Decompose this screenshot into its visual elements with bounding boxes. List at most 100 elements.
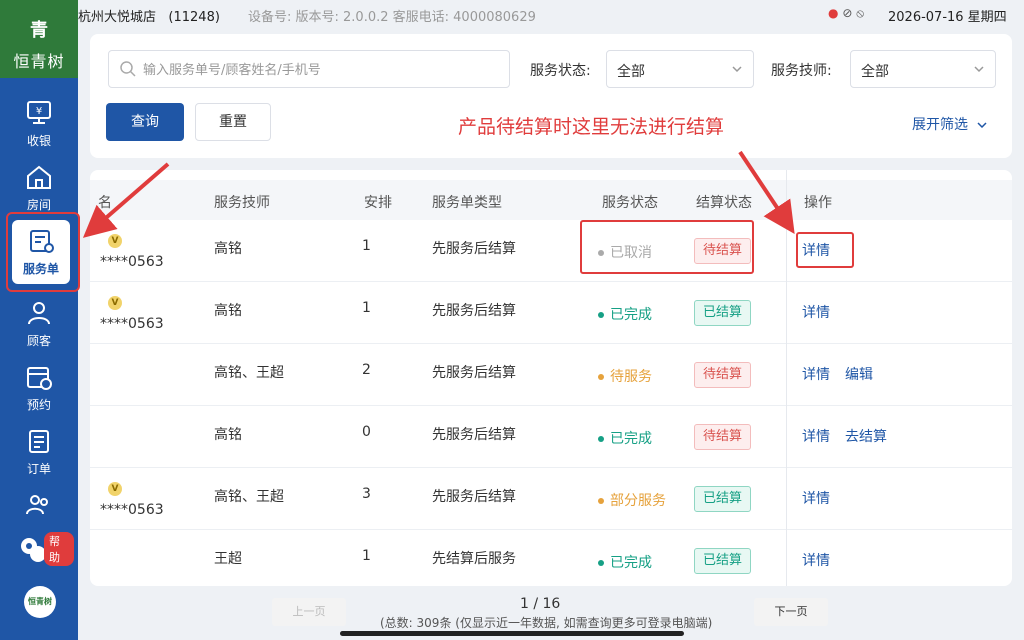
sidebar-item-label: 订单	[26, 462, 51, 476]
sidebar-item-label: 顾客	[26, 334, 51, 348]
tech-cell: 王超	[214, 551, 242, 567]
status-cell: 已完成	[598, 552, 652, 572]
page-indicator: 1 / 16	[520, 596, 561, 612]
status-cell: 已完成	[598, 428, 652, 448]
device-info: 设备号: 版本号: 2.0.0.2 客服电话: 4000080629	[248, 10, 536, 25]
arrange-cell: 2	[362, 362, 371, 378]
customer-phone: ****0563	[100, 316, 164, 332]
calendar-icon	[27, 367, 52, 390]
type-cell: 先服务后结算	[432, 303, 516, 319]
next-page-button[interactable]: 下一页	[754, 598, 828, 626]
header-customer: 名	[98, 195, 112, 211]
sidebar-item-order[interactable]: 订单	[0, 420, 78, 484]
highlight-box-status	[580, 220, 754, 274]
search-box[interactable]	[108, 50, 510, 88]
status-bar: 杭州大悦城店 (11248) 设备号: 版本号: 2.0.0.2 客服电话: 4…	[78, 0, 1024, 30]
type-cell: 先服务后结算	[432, 489, 516, 505]
query-button[interactable]: 查询	[106, 103, 184, 141]
chevron-down-icon	[977, 122, 987, 129]
tech-cell: 高铭、王超	[214, 365, 284, 381]
customer-phone: ****0563	[100, 254, 164, 270]
status-dot	[598, 560, 604, 566]
sidebar-item-reservation[interactable]: 预约	[0, 356, 78, 420]
reset-button[interactable]: 重置	[195, 103, 271, 141]
service-order-table: 名 服务技师 安排 服务单类型 服务状态 结算状态 操作 V ****0563 高铭…	[90, 170, 1012, 586]
sidebar-item-label: 预约	[26, 398, 51, 412]
arrange-cell: 1	[362, 548, 371, 564]
status-cell: 待服务	[598, 366, 652, 386]
customer-phone: ****0563	[100, 502, 164, 518]
sidebar-item-customer[interactable]: 顾客	[0, 292, 78, 356]
status-cell: 部分服务	[598, 490, 666, 510]
settle-badge: 待结算	[694, 424, 752, 450]
bluetooth-off-icon: ⦸	[856, 6, 865, 20]
prev-page-button[interactable]: 上一页	[272, 598, 346, 626]
filter-panel: 服务状态: 全部 服务技师: 全部 查询 重置 产品待结算时这里无法进行结算 展…	[90, 34, 1012, 158]
tech-cell: 高铭	[214, 303, 242, 319]
highlight-box-detail	[796, 232, 854, 268]
tech-cell: 高铭	[214, 241, 242, 257]
header-tech: 服务技师	[214, 195, 270, 211]
type-cell: 先服务后结算	[432, 241, 516, 257]
order-icon	[29, 430, 49, 453]
help-badge: 帮助	[44, 532, 74, 566]
sidebar-item-cashier[interactable]: ¥ 收银	[0, 92, 78, 156]
tech-filter-value: 全部	[861, 64, 889, 80]
sidebar-item-label: 收银	[26, 134, 51, 148]
header-settle: 结算状态	[696, 195, 752, 211]
status-icons: ● ⊘ ⦸	[828, 6, 864, 21]
expand-filter-label: 展开筛选	[912, 117, 968, 133]
settle-badge: 已结算	[694, 300, 752, 326]
customer-icon	[28, 302, 50, 325]
status-dot	[598, 312, 604, 318]
type-cell: 先服务后结算	[432, 365, 516, 381]
status-cell: 已完成	[598, 304, 652, 324]
svg-text:¥: ¥	[36, 106, 42, 117]
settle-badge: 已结算	[694, 486, 752, 512]
vip-badge: V	[108, 296, 122, 310]
brand-mark: 青	[30, 20, 48, 41]
type-cell: 先服务后结算	[432, 427, 516, 443]
highlight-box-nav	[6, 212, 80, 292]
chevron-down-icon	[732, 66, 742, 73]
annotation-text: 产品待结算时这里无法进行结算	[458, 116, 725, 138]
tech-cell: 高铭、王超	[214, 489, 284, 505]
sidebar-item-room[interactable]: 房间	[0, 156, 78, 220]
datetime: 2026-07-16 星期四	[888, 10, 1007, 25]
staff-icon	[26, 495, 48, 515]
sidebar-item-label: 房间	[26, 198, 51, 212]
brand-name: 恒青树	[13, 52, 65, 71]
store-name: 杭州大悦城店 (11248)	[78, 10, 220, 25]
status-dot	[598, 436, 604, 442]
total-count: (总数: 309条 (仅显示近一年数据, 如需查询更多可登录电脑端)	[380, 616, 713, 630]
header-arrange: 安排	[364, 195, 392, 211]
search-icon	[120, 61, 136, 77]
mute-icon: ⊘	[842, 6, 853, 20]
search-input[interactable]	[143, 59, 503, 81]
arrange-cell: 3	[362, 486, 371, 502]
tech-cell: 高铭	[214, 427, 242, 443]
vip-badge: V	[108, 482, 122, 496]
settle-badge: 待结算	[694, 362, 752, 388]
header-type: 服务单类型	[432, 195, 502, 211]
expand-filter-button[interactable]: 展开筛选	[912, 114, 988, 134]
arrange-cell: 1	[362, 238, 371, 254]
header-status: 服务状态	[602, 195, 658, 211]
status-filter-value: 全部	[617, 64, 645, 80]
arrange-cell: 1	[362, 300, 371, 316]
status-filter-select[interactable]: 全部	[606, 50, 754, 88]
home-icon	[27, 165, 51, 189]
brand-logo: 青 恒青树	[0, 0, 78, 78]
tech-filter-select[interactable]: 全部	[850, 50, 996, 88]
status-dot	[598, 374, 604, 380]
settle-badge: 已结算	[694, 548, 752, 574]
help-button[interactable]: 帮助	[18, 530, 74, 570]
home-indicator	[340, 631, 684, 636]
sidebar: 青 恒青树 ¥ 收银 房间 服务单 顾客 预约 订单 帮助 恒青树	[0, 0, 78, 640]
tech-filter-label: 服务技师:	[771, 63, 832, 79]
type-cell: 先结算后服务	[432, 551, 516, 567]
chevron-down-icon	[974, 66, 984, 73]
arrange-cell: 0	[362, 424, 371, 440]
status-filter-label: 服务状态:	[530, 63, 591, 79]
cashier-icon: ¥	[27, 101, 51, 124]
